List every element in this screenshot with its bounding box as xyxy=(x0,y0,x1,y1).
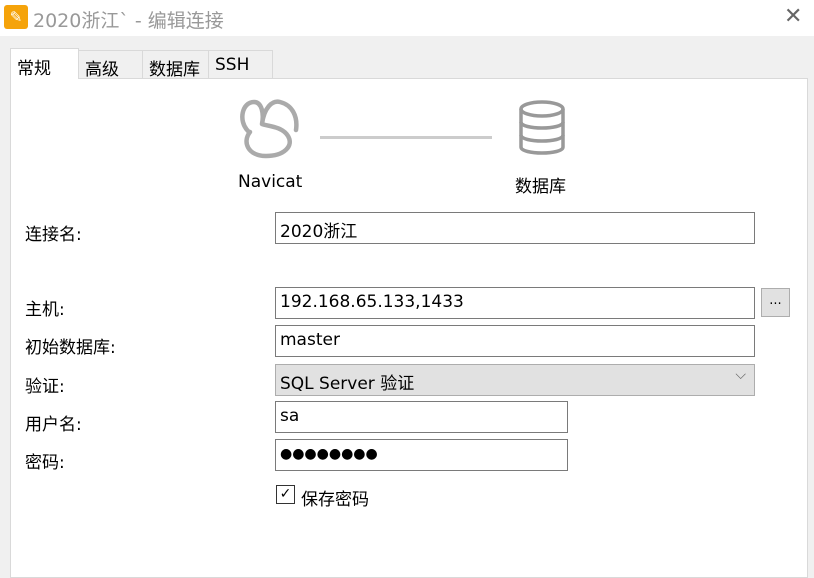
initial-db-input[interactable]: master xyxy=(275,325,755,357)
host-label: 主机: xyxy=(25,300,65,320)
host-browse-button[interactable]: ... xyxy=(761,288,790,317)
connection-line xyxy=(320,136,492,139)
navicat-label: Navicat xyxy=(238,172,303,192)
tab-database[interactable]: 数据库 xyxy=(142,50,209,80)
password-input[interactable]: ●●●●●●●● xyxy=(275,439,568,471)
database-icon xyxy=(519,100,565,155)
chevron-down-icon: ⌵ xyxy=(735,367,746,383)
initial-db-label: 初始数据库: xyxy=(25,338,116,358)
username-input[interactable]: sa xyxy=(275,401,568,433)
host-input[interactable]: 192.168.65.133,1433 xyxy=(275,287,755,319)
username-label: 用户名: xyxy=(25,415,82,435)
auth-select[interactable]: SQL Server 验证 ⌵ xyxy=(275,364,755,396)
auth-select-value: SQL Server 验证 xyxy=(280,374,415,394)
title-bar: ✎ 2020浙江` - 编辑连接 ✕ xyxy=(0,0,814,36)
database-label: 数据库 xyxy=(515,177,566,197)
password-label: 密码: xyxy=(25,453,65,473)
save-password-label[interactable]: 保存密码 xyxy=(301,485,369,510)
tab-general[interactable]: 常规 xyxy=(10,48,79,79)
auth-label: 验证: xyxy=(25,377,65,397)
navicat-app-icon: ✎ xyxy=(4,5,28,29)
navicat-logo-icon xyxy=(240,99,299,159)
tab-advanced[interactable]: 高级 xyxy=(78,50,143,80)
tab-ssh[interactable]: SSH xyxy=(208,50,273,79)
save-password-checkbox[interactable]: ✓ xyxy=(276,485,295,504)
connection-name-input[interactable]: 2020浙江 xyxy=(275,212,755,244)
close-icon[interactable]: ✕ xyxy=(784,4,802,29)
connection-name-label: 连接名: xyxy=(25,225,82,245)
window-title: 2020浙江` - 编辑连接 xyxy=(33,10,224,32)
